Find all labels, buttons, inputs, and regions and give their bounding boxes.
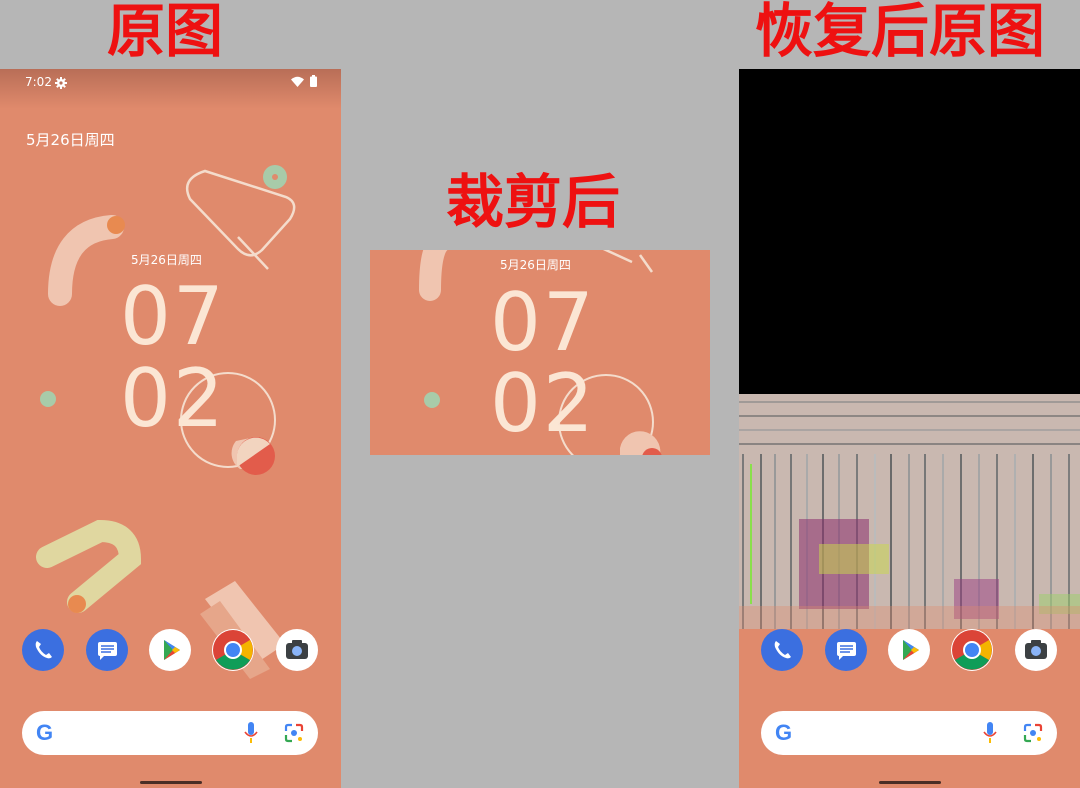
restored-gesture-nav-bar[interactable] [879,781,941,784]
google-search-bar[interactable]: G [22,711,318,755]
microphone-icon[interactable] [983,722,997,744]
restored-play-store-app-icon[interactable] [888,629,930,671]
messages-icon [837,642,856,660]
microphone-icon[interactable] [244,722,258,744]
restored-google-search-bar[interactable]: G [761,711,1057,755]
clock-date: 5月26日周四 [131,253,202,267]
camera-app-icon[interactable] [276,629,318,671]
lens-icon[interactable] [1023,723,1043,743]
restored-messages-app-icon[interactable] [825,629,867,671]
chrome-app-icon[interactable] [212,629,254,671]
heading-cropped: 裁剪后 [446,168,621,236]
google-logo: G [36,720,54,745]
restored-camera-app-icon[interactable] [1015,629,1057,671]
clock-hour: 07 [120,270,226,363]
play-store-icon [164,640,180,660]
camera-icon [286,640,308,659]
phone-icon [774,641,791,659]
play-store-icon [903,640,919,660]
phone-icon [35,641,52,659]
cropped-clock-hour: 07 [490,276,596,369]
heading-original: 原图 [107,0,224,65]
glitch-region [739,394,1080,629]
lens-icon[interactable] [284,723,304,743]
chrome-icon [213,630,253,670]
restored-chrome-app-icon[interactable] [951,629,993,671]
missing-region [739,69,1080,394]
camera-icon [1025,640,1047,659]
cropped-clock-minute: 02 [490,357,596,450]
restored-phone-app-icon[interactable] [761,629,803,671]
cropped-image: 5月26日周四 07 02 [370,250,710,455]
heading-restored: 恢复后原图 [755,0,1046,65]
restored-phone-screen: G [739,69,1080,788]
messages-icon [98,642,117,660]
cropped-clock-date: 5月26日周四 [500,258,571,272]
original-phone-screen: 7:02 5月26日周四 5月26日周四 07 02 G [0,69,341,788]
gesture-nav-bar[interactable] [140,781,202,784]
clock-minute: 02 [120,352,226,445]
messages-app-icon[interactable] [86,629,128,671]
play-store-app-icon[interactable] [149,629,191,671]
chrome-icon [952,630,992,670]
google-logo: G [775,720,793,745]
phone-app-icon[interactable] [22,629,64,671]
